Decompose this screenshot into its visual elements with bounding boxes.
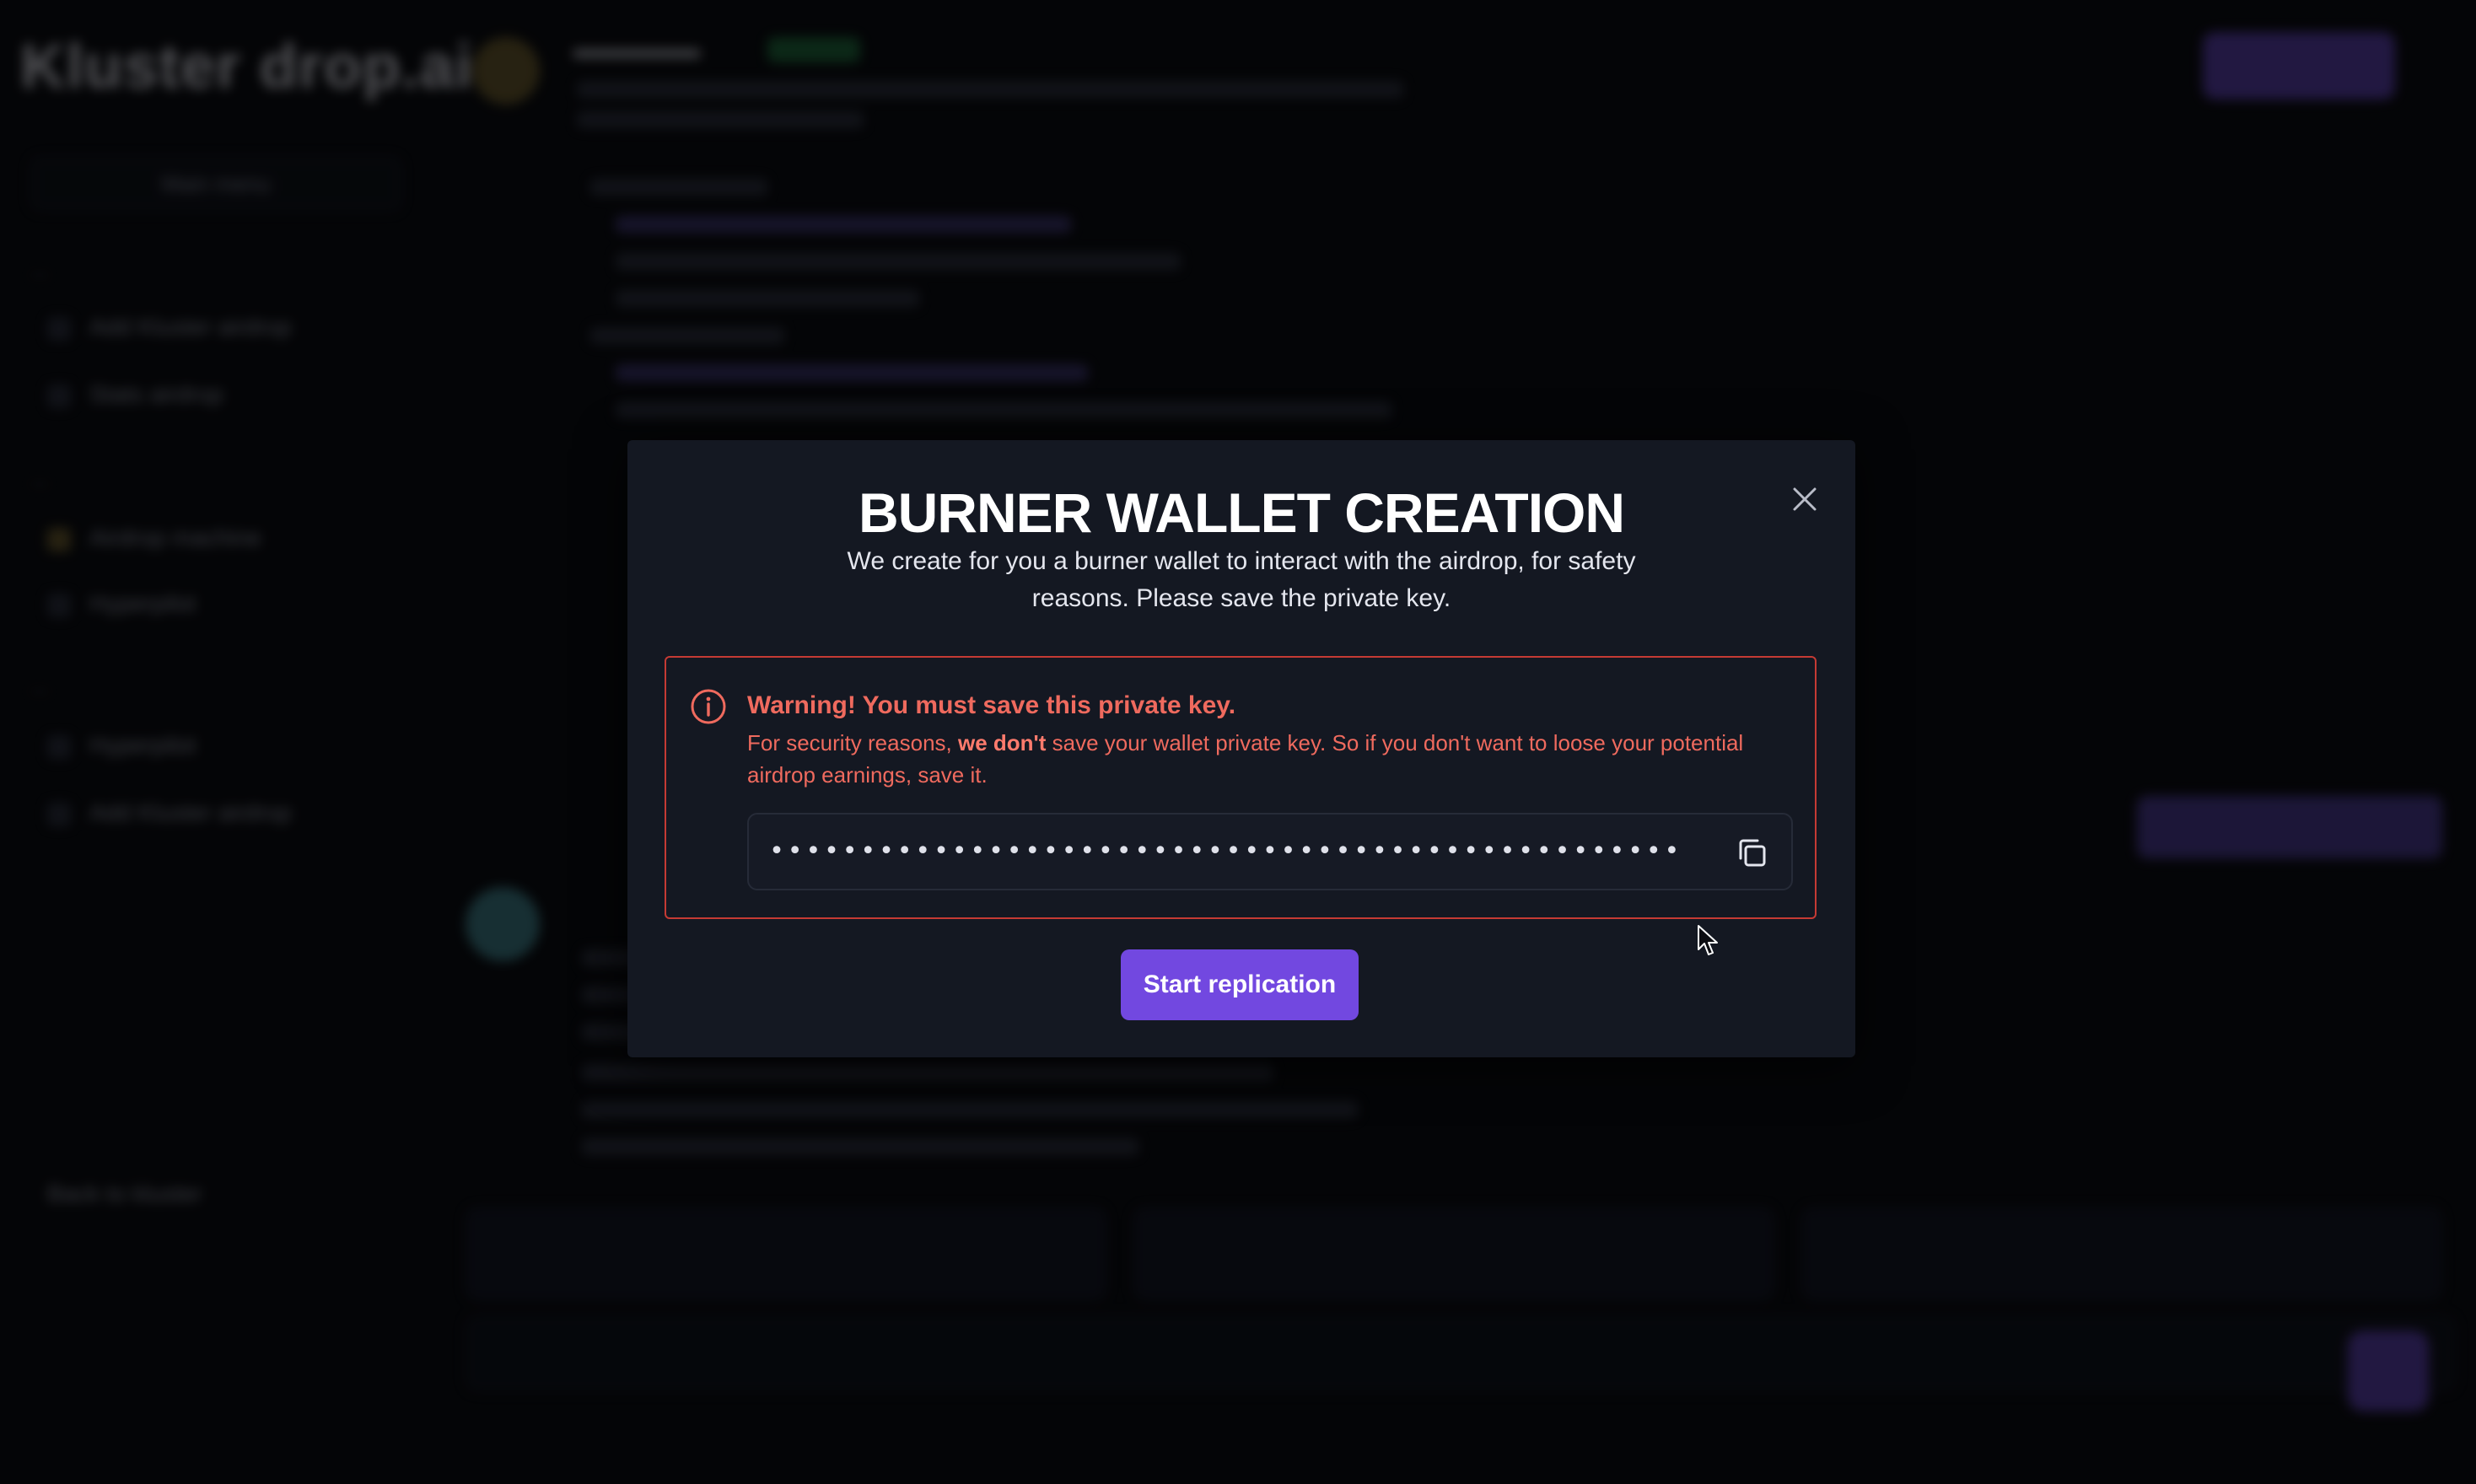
modal-title: BURNER WALLET CREATION	[858, 481, 1625, 544]
start-replication-button[interactable]: Start replication	[1121, 949, 1359, 1020]
info-circle-icon	[691, 689, 726, 724]
warning-title: Warning! You must save this private key.	[747, 691, 1236, 719]
private-key-value[interactable]: ••••••••••••••••••••••••••••••••••••••••…	[769, 836, 1680, 866]
modal-subtitle: We create for you a burner wallet to int…	[847, 547, 1636, 612]
burner-wallet-modal: BURNER WALLET CREATION We create for you…	[627, 440, 1855, 1057]
copy-icon	[1739, 839, 1766, 867]
warning-box: Warning! You must save this private key.…	[665, 656, 1817, 919]
warning-text-start: For security reasons,	[747, 730, 958, 755]
copy-key-button[interactable]	[1731, 831, 1774, 875]
mouse-cursor-icon	[1698, 925, 1718, 955]
warning-text: For security reasons, we don't save your…	[747, 727, 1801, 791]
private-key-field[interactable]: ••••••••••••••••••••••••••••••••••••••••…	[747, 813, 1793, 890]
warning-text-bold: we don't	[957, 730, 1047, 755]
